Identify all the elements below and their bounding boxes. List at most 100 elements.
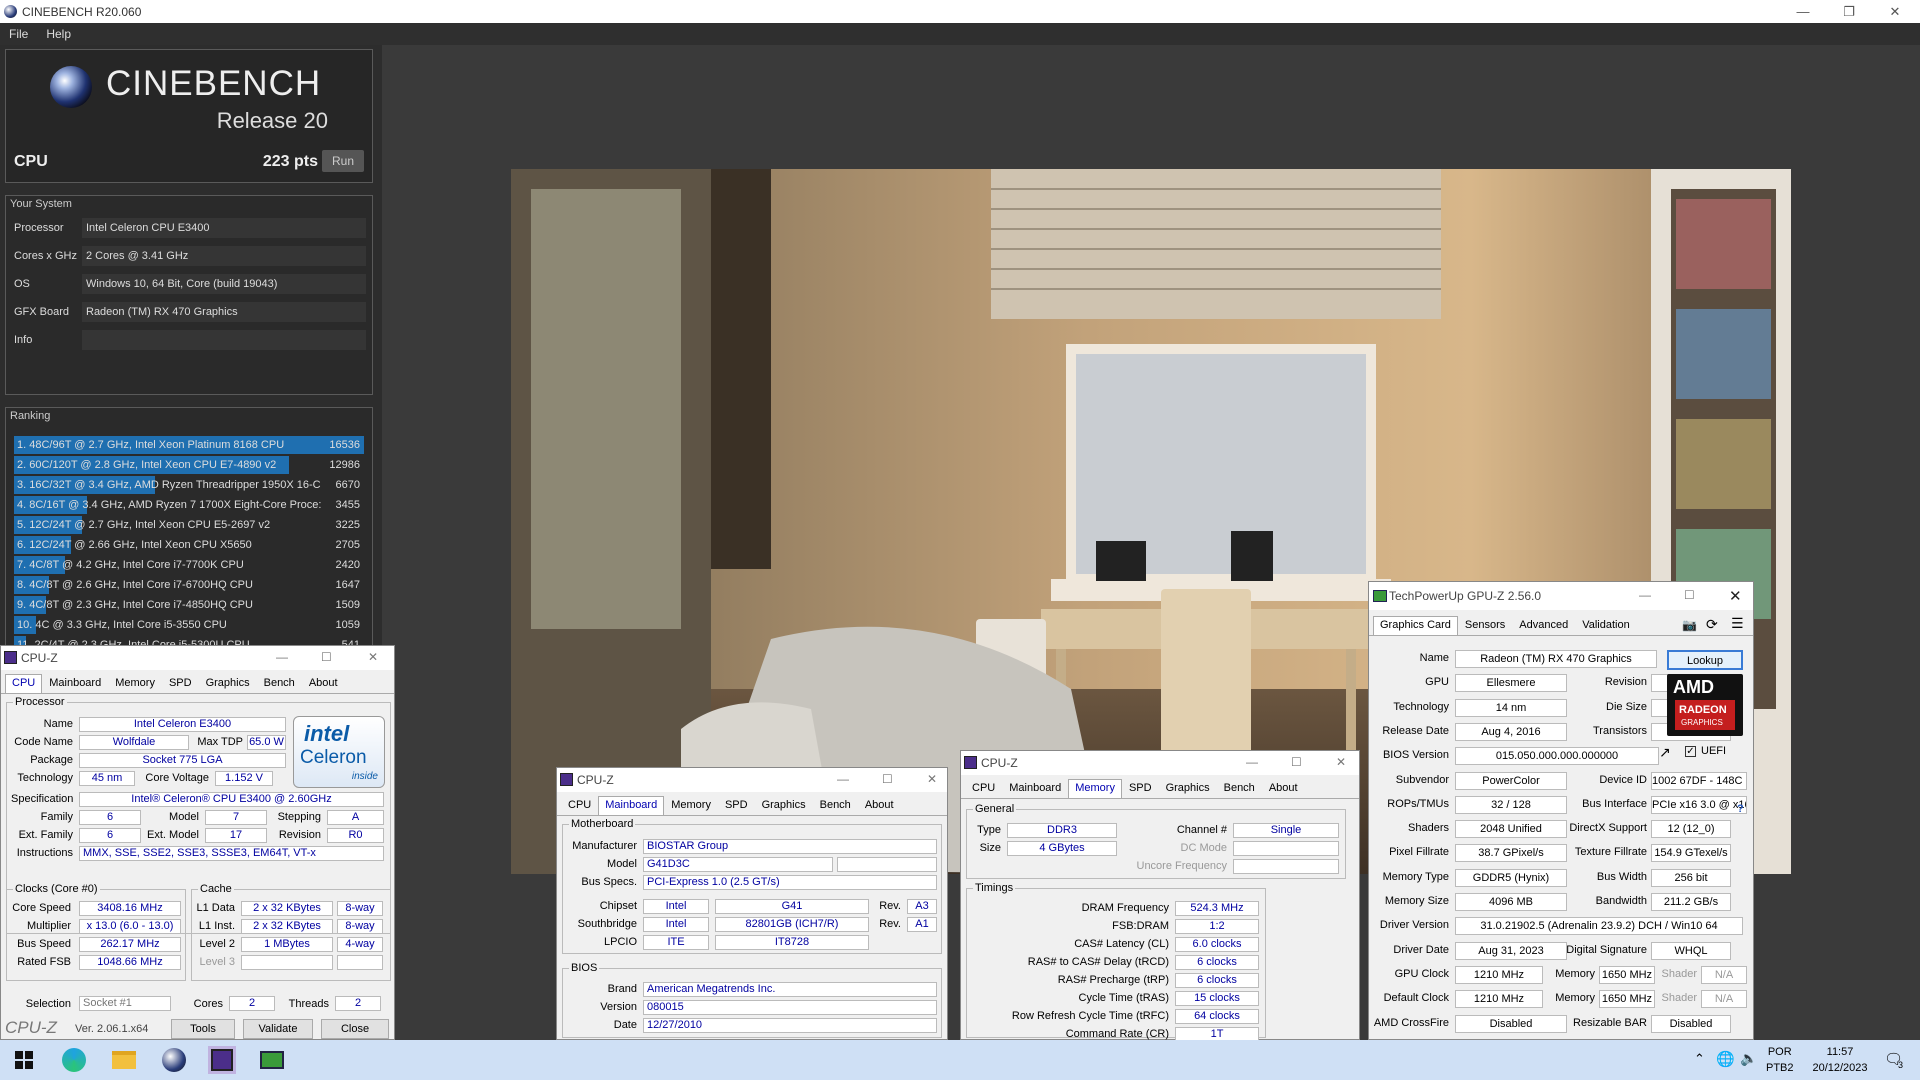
tab-about[interactable]: About <box>858 796 901 815</box>
tab-spd[interactable]: SPD <box>162 674 199 693</box>
gpuz-minimize-icon[interactable]: — <box>1639 588 1651 602</box>
menu-bar: File Help <box>0 23 1920 45</box>
menu-file[interactable]: File <box>0 27 37 41</box>
gpuz-maximize-icon[interactable]: ☐ <box>1684 588 1695 602</box>
cpuz-cpu-close-icon[interactable]: ✕ <box>368 650 378 664</box>
lookup-button[interactable]: Lookup <box>1667 650 1743 670</box>
camera-icon[interactable]: 📷 <box>1682 618 1697 632</box>
tab-cpu[interactable]: CPU <box>561 796 598 815</box>
family-label: Family <box>40 811 73 823</box>
gpuz-field-label: Transistors <box>1593 724 1647 737</box>
tab-validation[interactable]: Validation <box>1575 616 1637 635</box>
tab-about[interactable]: About <box>302 674 345 693</box>
run-button[interactable]: Run <box>322 150 364 172</box>
cpu-label: CPU <box>14 153 48 170</box>
timing-label: Row Refresh Cycle Time (tRFC) <box>1011 1010 1169 1022</box>
ranking-row[interactable]: 5. 12C/24T @ 2.7 GHz, Intel Xeon CPU E5-… <box>14 516 364 534</box>
ext-family-value: 6 <box>79 828 141 843</box>
file-explorer-icon[interactable] <box>110 1046 138 1074</box>
tab-mainboard[interactable]: Mainboard <box>1002 779 1068 798</box>
ranking-row[interactable]: 3. 16C/32T @ 3.4 GHz, AMD Ryzen Threadri… <box>14 476 364 494</box>
gpuz-field-label: Bandwidth <box>1595 895 1647 907</box>
gpuz-field-value: 1650 MHz <box>1599 965 1655 984</box>
stepping-value: A <box>327 810 384 825</box>
ranking-text: 5. 12C/24T @ 2.7 GHz, Intel Xeon CPU E5-… <box>17 519 271 531</box>
edge-browser-icon[interactable] <box>60 1046 88 1074</box>
ext-model-label: Ext. Model <box>147 829 199 841</box>
tab-graphics[interactable]: Graphics <box>1159 779 1217 798</box>
gpuz-taskbar-icon[interactable] <box>258 1046 286 1074</box>
tab-mainboard[interactable]: Mainboard <box>42 674 108 693</box>
menu-icon[interactable]: ☰ <box>1731 615 1744 632</box>
info-label: Info <box>14 334 33 346</box>
ranking-row[interactable]: 10. 4C @ 3.3 GHz, Intel Core i5-3550 CPU… <box>14 616 364 634</box>
cpuz-memory-minimize-icon[interactable]: — <box>1246 755 1258 769</box>
cpuz-cpu-maximize-icon[interactable]: ☐ <box>321 650 332 664</box>
tab-cpu[interactable]: CPU <box>965 779 1002 798</box>
lpcio-label: LPCIO <box>603 936 637 948</box>
tab-bench[interactable]: Bench <box>813 796 858 815</box>
southbridge-rev-value: A1 <box>907 917 937 932</box>
info-value[interactable] <box>82 330 366 350</box>
menu-help[interactable]: Help <box>37 27 80 41</box>
close-button[interactable]: Close <box>321 1019 389 1039</box>
ranking-row[interactable]: 2. 60C/120T @ 2.8 GHz, Intel Xeon CPU E7… <box>14 456 364 474</box>
tab-graphics[interactable]: Graphics <box>199 674 257 693</box>
gpuz-field-label: Bus Interface <box>1582 797 1647 810</box>
cpuz-mainboard-minimize-icon[interactable]: — <box>837 772 849 786</box>
cpuz-taskbar-icon[interactable] <box>208 1046 236 1074</box>
cpuz-memory-maximize-icon[interactable]: ☐ <box>1291 755 1302 769</box>
close-button[interactable]: ✕ <box>1872 0 1918 23</box>
validate-button[interactable]: Validate <box>243 1019 313 1039</box>
l1-data-way: 8-way <box>337 901 383 916</box>
ranking-row[interactable]: 8. 4C/8T @ 2.6 GHz, Intel Core i7-6700HQ… <box>14 576 364 594</box>
ranking-text: 8. 4C/8T @ 2.6 GHz, Intel Core i7-6700HQ… <box>17 579 253 591</box>
tab-about[interactable]: About <box>1262 779 1305 798</box>
gpuz-close-icon[interactable]: ✕ <box>1729 587 1742 605</box>
uefi-checkbox[interactable]: ✓ <box>1685 746 1696 757</box>
ranking-row[interactable]: 7. 4C/8T @ 4.2 GHz, Intel Core i7-7700K … <box>14 556 364 574</box>
refresh-icon[interactable]: ⟳ <box>1706 616 1718 633</box>
tools-button[interactable]: Tools <box>171 1019 235 1039</box>
tab-bench[interactable]: Bench <box>257 674 302 693</box>
cpuz-memory-close-icon[interactable]: ✕ <box>1336 755 1346 769</box>
ranking-text: 3. 16C/32T @ 3.4 GHz, AMD Ryzen Threadri… <box>17 479 321 491</box>
gpuz-field-label: DirectX Support <box>1569 822 1647 835</box>
tab-cpu[interactable]: CPU <box>5 674 43 693</box>
cpuz-mainboard-close-icon[interactable]: ✕ <box>927 772 937 786</box>
cpuz-cpu-minimize-icon[interactable]: — <box>276 650 288 664</box>
socket-select[interactable]: Socket #1 <box>79 996 171 1011</box>
tab-memory[interactable]: Memory <box>108 674 162 693</box>
input-language[interactable]: POR PTB2 <box>1766 1044 1794 1076</box>
ranking-row[interactable]: 1. 48C/96T @ 2.7 GHz, Intel Xeon Platinu… <box>14 436 364 454</box>
tab-sensors[interactable]: Sensors <box>1458 616 1512 635</box>
gpuz-field-value: 14 nm <box>1455 698 1567 717</box>
clock-date: 20/12/2023 <box>1812 1062 1868 1074</box>
cpuz-mainboard-maximize-icon[interactable]: ☐ <box>882 772 893 786</box>
clock[interactable]: 11:57 20/12/2023 <box>1800 1044 1880 1076</box>
ranking-row[interactable]: 6. 12C/24T @ 2.66 GHz, Intel Xeon CPU X5… <box>14 536 364 554</box>
share-icon[interactable]: ↗ <box>1659 744 1671 761</box>
volume-icon[interactable]: 🔈 <box>1740 1050 1757 1067</box>
windows-start-icon[interactable] <box>10 1046 38 1074</box>
gpuz-field-value: Aug 4, 2016 <box>1455 722 1567 741</box>
cinebench-taskbar-icon[interactable] <box>160 1046 188 1074</box>
tab-bench[interactable]: Bench <box>1217 779 1262 798</box>
ranking-row[interactable]: 4. 8C/16T @ 3.4 GHz, AMD Ryzen 7 1700X E… <box>14 496 364 514</box>
maximize-button[interactable]: ❐ <box>1826 0 1872 23</box>
network-icon[interactable]: 🌐 <box>1716 1050 1735 1068</box>
tab-memory[interactable]: Memory <box>1068 779 1122 798</box>
minimize-button[interactable]: — <box>1780 0 1826 23</box>
tab-spd[interactable]: SPD <box>1122 779 1159 798</box>
tab-memory[interactable]: Memory <box>664 796 718 815</box>
tab-graphics[interactable]: Graphics <box>755 796 813 815</box>
tray-chevron-icon[interactable]: ⌃ <box>1694 1051 1705 1067</box>
tab-mainboard[interactable]: Mainboard <box>598 796 665 815</box>
help-icon[interactable]: ? <box>1737 803 1744 815</box>
technology-value: 45 nm <box>79 771 135 786</box>
tab-advanced[interactable]: Advanced <box>1512 616 1575 635</box>
tab-graphics-card[interactable]: Graphics Card <box>1373 616 1458 635</box>
channel-value: Single <box>1233 823 1339 838</box>
ranking-row[interactable]: 9. 4C/8T @ 2.3 GHz, Intel Core i7-4850HQ… <box>14 596 364 614</box>
tab-spd[interactable]: SPD <box>718 796 755 815</box>
